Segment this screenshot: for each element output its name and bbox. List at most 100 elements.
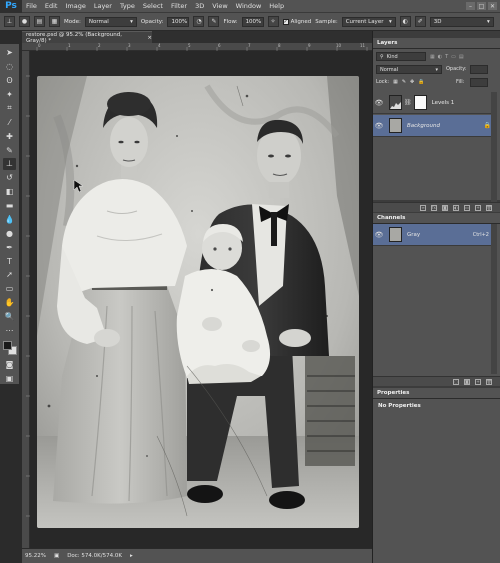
document-tab[interactable]: restore.psd @ 95.2% (Background, Gray/8)… xyxy=(22,31,152,44)
ruler-vertical xyxy=(22,51,30,548)
close-button[interactable]: ✕ xyxy=(488,2,497,10)
menu-3d[interactable]: 3D xyxy=(191,2,208,10)
pen-tool-icon[interactable]: ✒ xyxy=(3,241,16,253)
opacity-input[interactable]: 100% xyxy=(167,16,190,27)
photo-canvas[interactable] xyxy=(37,76,359,528)
lasso-tool-icon[interactable]: ʘ xyxy=(3,75,16,87)
eyedropper-tool-icon[interactable]: ⁄ xyxy=(3,116,16,128)
rectangle-tool-icon[interactable]: ▭ xyxy=(3,283,16,295)
new-group-icon[interactable]: ▭ xyxy=(464,204,470,211)
layer-row-levels[interactable]: 👁 ⛓ Levels 1 xyxy=(373,92,497,114)
opacity-pressure-icon[interactable]: ◔ xyxy=(193,16,205,27)
channels-panel-footer: ◌ ◙ + 🗑 xyxy=(373,376,500,386)
hand-tool-icon[interactable]: ✋ xyxy=(3,297,16,309)
layers-scrollbar[interactable] xyxy=(491,92,497,202)
blend-mode-select[interactable]: Normal ▾ xyxy=(376,65,442,74)
layer-opacity-input[interactable] xyxy=(470,65,488,74)
tab-layers[interactable]: Layers xyxy=(377,40,397,46)
airbrush-icon[interactable]: ✎ xyxy=(208,16,220,27)
zoom-level[interactable]: 95.22% xyxy=(25,553,46,559)
status-bar: 95.22% ▣ Doc: 574.0K/574.0K ▸ xyxy=(22,548,372,563)
fill-input[interactable] xyxy=(470,78,488,87)
menu-edit[interactable]: Edit xyxy=(41,2,62,10)
menu-type[interactable]: Type xyxy=(116,2,139,10)
tab-channels[interactable]: Channels xyxy=(377,215,405,221)
path-selection-tool-icon[interactable]: ➚ xyxy=(3,269,16,281)
filter-type-icon[interactable]: T xyxy=(445,54,448,60)
zoom-tool-icon[interactable]: 🔍 xyxy=(3,311,16,323)
eraser-tool-icon[interactable]: ◧ xyxy=(3,186,16,198)
move-tool-icon[interactable]: ➤ xyxy=(3,47,16,59)
layer-filter-select[interactable]: ⚲ Kind xyxy=(376,52,426,61)
clone-stamp-tool-icon[interactable]: ⊥ xyxy=(3,158,16,170)
mode-select[interactable]: Normal ▾ xyxy=(84,16,137,27)
minimize-button[interactable]: – xyxy=(466,2,475,10)
filter-shape-icon[interactable]: ▭ xyxy=(451,54,456,60)
eye-icon[interactable]: 👁 xyxy=(373,122,385,130)
lock-position-icon[interactable]: ✥ xyxy=(410,79,414,85)
healing-brush-tool-icon[interactable]: ✚ xyxy=(3,130,16,142)
menu-select[interactable]: Select xyxy=(139,2,167,10)
brush-panel-icon[interactable]: ▤ xyxy=(34,16,45,27)
close-tab-icon[interactable]: × xyxy=(147,35,152,41)
foreground-color-swatch[interactable] xyxy=(2,341,12,351)
quick-mask-icon[interactable]: ◙ xyxy=(3,358,16,370)
adjustment-layer-icon[interactable]: ◐ xyxy=(453,204,459,211)
dodge-tool-icon[interactable]: ● xyxy=(3,227,16,239)
status-menu-arrow-icon[interactable]: ▸ xyxy=(130,553,133,559)
new-channel-icon[interactable]: + xyxy=(475,378,481,385)
lock-image-icon[interactable]: ✎ xyxy=(402,79,406,85)
marquee-tool-icon[interactable]: ◌ xyxy=(3,61,16,73)
blur-tool-icon[interactable]: 💧 xyxy=(3,214,16,226)
lock-transparent-icon[interactable]: ▦ xyxy=(393,79,398,85)
filter-smart-icon[interactable]: ▤ xyxy=(459,54,464,60)
link-layers-icon[interactable]: ∞ xyxy=(420,204,426,211)
channel-row-gray[interactable]: 👁 Gray Ctrl+2 xyxy=(373,224,497,246)
workspace-select[interactable]: 3D ▾ xyxy=(429,16,494,27)
clone-stamp-preset-icon[interactable]: ⊥ xyxy=(4,16,15,27)
histogram-icon xyxy=(390,102,401,109)
eye-icon[interactable]: 👁 xyxy=(373,231,385,239)
type-tool-icon[interactable]: T xyxy=(3,255,16,267)
menu-window[interactable]: Window xyxy=(232,2,266,10)
channels-scrollbar[interactable] xyxy=(491,224,497,374)
layer-style-icon[interactable]: fx xyxy=(431,204,437,211)
brush-tool-icon[interactable]: ✎ xyxy=(3,144,16,156)
filter-adjustment-icon[interactable]: ◐ xyxy=(438,54,442,60)
save-selection-icon[interactable]: ◙ xyxy=(464,378,470,385)
layer-row-background[interactable]: 👁 Background 🔒 xyxy=(373,115,497,137)
gradient-tool-icon[interactable]: ▬ xyxy=(3,200,16,212)
add-mask-icon[interactable]: ◙ xyxy=(442,204,448,211)
lock-all-icon[interactable]: 🔒 xyxy=(418,79,424,85)
eye-icon[interactable]: 👁 xyxy=(373,99,385,107)
tab-properties[interactable]: Properties xyxy=(377,390,409,396)
crop-tool-icon[interactable]: ⌗ xyxy=(3,103,16,115)
load-channel-selection-icon[interactable]: ◌ xyxy=(453,378,459,385)
flow-airbrush-icon[interactable]: ✧ xyxy=(267,16,279,27)
menu-layer[interactable]: Layer xyxy=(90,2,116,10)
new-layer-icon[interactable]: + xyxy=(475,204,481,211)
delete-channel-icon[interactable]: 🗑 xyxy=(486,378,492,385)
menu-image[interactable]: Image xyxy=(61,2,89,10)
screen-mode-icon[interactable]: ▣ xyxy=(3,372,16,384)
brush-size-icon[interactable]: ● xyxy=(19,16,30,27)
quick-selection-tool-icon[interactable]: ✦ xyxy=(3,89,16,101)
color-swatches[interactable] xyxy=(2,340,18,356)
menu-bar: Ps File Edit Image Layer Type Select Fil… xyxy=(0,0,500,13)
ignore-adjustment-layers-icon[interactable]: ◐ xyxy=(399,16,411,27)
pressure-size-icon[interactable]: ✐ xyxy=(414,16,426,27)
more-tools-icon[interactable]: ⋯ xyxy=(3,325,16,337)
aligned-checkbox[interactable]: ✓ Aligned xyxy=(282,18,311,25)
maximize-button[interactable]: □ xyxy=(477,2,486,10)
flow-input[interactable]: 100% xyxy=(241,16,264,27)
menu-file[interactable]: File xyxy=(22,2,41,10)
menu-filter[interactable]: Filter xyxy=(167,2,191,10)
menu-view[interactable]: View xyxy=(208,2,231,10)
filter-pixel-icon[interactable]: ▦ xyxy=(430,54,435,60)
clone-source-panel-icon[interactable]: ▦ xyxy=(49,16,60,27)
delete-layer-icon[interactable]: 🗑 xyxy=(486,204,492,211)
layer-mask-thumbnail[interactable] xyxy=(413,95,427,110)
history-brush-tool-icon[interactable]: ↺ xyxy=(3,172,16,184)
menu-help[interactable]: Help xyxy=(265,2,288,10)
sample-select[interactable]: Current Layer ▾ xyxy=(341,16,396,27)
